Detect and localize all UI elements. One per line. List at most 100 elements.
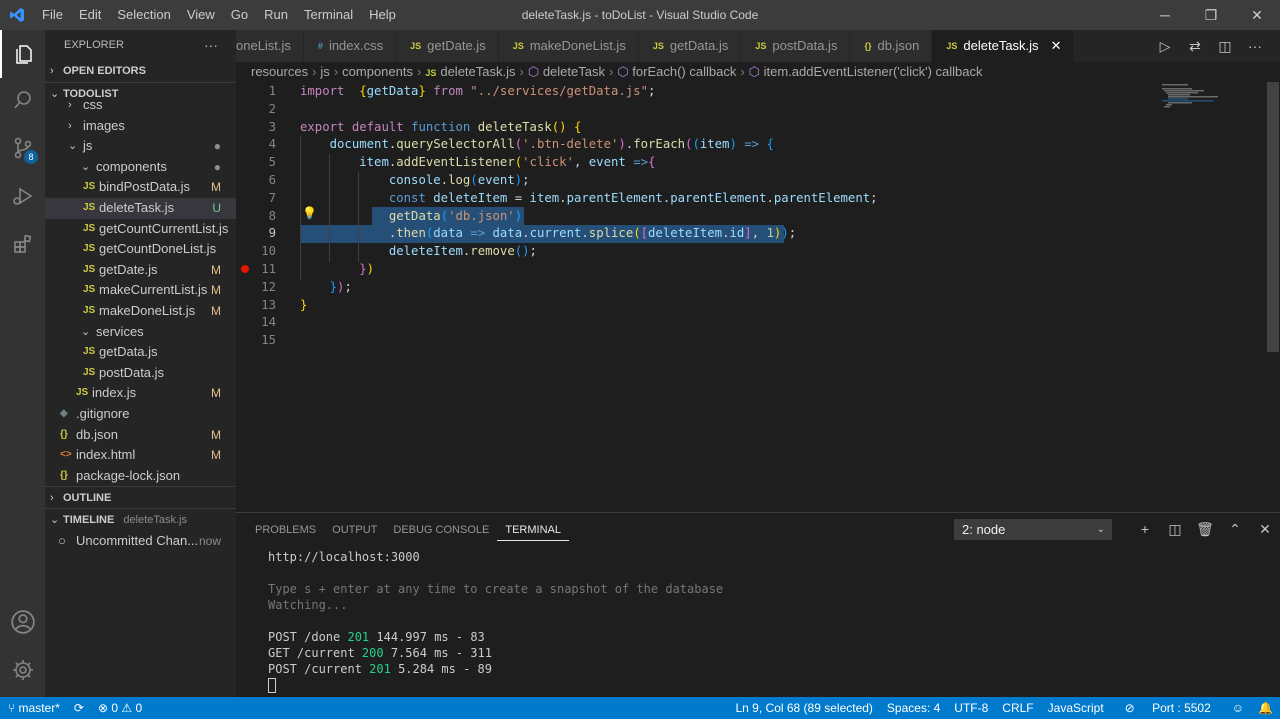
line-number: 5	[268, 155, 276, 170]
tree-item[interactable]: JS getCountCurrentList.js	[45, 219, 236, 240]
timeline-section[interactable]: ⌄ TIMELINE deleteTask.js	[45, 508, 236, 530]
menu-item-selection[interactable]: Selection	[109, 0, 178, 30]
tree-item[interactable]: JS deleteTask.js U	[45, 197, 236, 219]
tab-getdate-js[interactable]: JS getDate.js	[396, 30, 499, 62]
tree-item[interactable]: JS makeDoneList.js M	[45, 301, 236, 322]
tree-item[interactable]: ⌄ components ●	[45, 157, 236, 178]
terminal-select[interactable]: 2: node ⌄	[954, 519, 1112, 540]
feedback-icon[interactable]: ☺	[1225, 701, 1251, 715]
open-editors-section[interactable]: › OPEN EDITORS	[45, 60, 236, 82]
maximize-panel-icon[interactable]: ⌃	[1220, 521, 1250, 538]
tree-item[interactable]: JS getCountDoneList.js	[45, 239, 236, 260]
minimize-button[interactable]: ─	[1142, 0, 1188, 30]
menu-item-run[interactable]: Run	[256, 0, 296, 30]
cursor-position[interactable]: Ln 9, Col 68 (89 selected)	[729, 701, 880, 715]
tree-item[interactable]: JS getData.js	[45, 342, 236, 363]
tree-item[interactable]: JS postData.js	[45, 363, 236, 384]
panel-tab-debug-console[interactable]: DEBUG CONSOLE	[385, 513, 497, 547]
code-token: parentElement	[773, 190, 871, 205]
problems-status[interactable]: ⊗ 0 ⚠ 0	[98, 701, 142, 715]
code-editor[interactable]: 💡 1 import {getData} from "../services/ge…	[236, 82, 1266, 512]
live-server-port[interactable]: ⊘ Port : 5502	[1111, 701, 1225, 715]
menu-item-terminal[interactable]: Terminal	[296, 0, 361, 30]
source-control-icon[interactable]: 8	[0, 124, 45, 172]
search-icon[interactable]	[0, 76, 45, 124]
run-debug-icon[interactable]	[0, 172, 45, 220]
tab-getdata-js[interactable]: JS getData.js	[638, 30, 742, 62]
tree-item[interactable]: JS getDate.js M	[45, 260, 236, 281]
tab-deletetask-js[interactable]: JS deleteTask.js ✕	[932, 30, 1075, 62]
run-icon[interactable]: ▷	[1150, 38, 1180, 55]
panel-tab-problems[interactable]: PROBLEMS	[247, 513, 324, 547]
tree-item[interactable]: {} db.json M	[45, 425, 236, 446]
scrollbar-thumb[interactable]	[1267, 82, 1279, 352]
tree-item[interactable]: ◆ .gitignore	[45, 404, 236, 425]
code-token: =	[507, 190, 530, 205]
tree-item[interactable]: JS makeCurrentList.js M	[45, 280, 236, 301]
settings-gear-icon[interactable]	[0, 646, 45, 694]
tab-onelist-js[interactable]: JSoneList.js	[236, 30, 304, 62]
menu-item-view[interactable]: View	[179, 0, 223, 30]
tree-item[interactable]: JS index.js M	[45, 383, 236, 404]
tree-item[interactable]: › images	[45, 116, 236, 137]
breadcrumb-item[interactable]: components	[342, 64, 413, 79]
restore-button[interactable]: ❐	[1188, 0, 1234, 30]
menu-item-file[interactable]: File	[34, 0, 71, 30]
indentation[interactable]: Spaces: 4	[880, 701, 947, 715]
breadcrumb-item[interactable]: ⬡ forEach() callback	[617, 64, 736, 79]
js-file-icon: JS	[512, 41, 524, 51]
split-terminal-icon[interactable]: ◫	[1160, 521, 1190, 538]
tab-postdata-js[interactable]: JS postData.js	[741, 30, 851, 62]
line-ending[interactable]: CRLF	[995, 701, 1040, 715]
panel-tab-output[interactable]: OUTPUT	[324, 513, 385, 547]
language-mode[interactable]: JavaScript	[1041, 701, 1111, 715]
breadcrumb-item[interactable]: JS deleteTask.js	[425, 64, 515, 79]
terminal-prompt[interactable]	[268, 677, 723, 693]
terminal-text: Watching...	[268, 598, 348, 612]
accounts-icon[interactable]	[0, 598, 45, 646]
terminal-line: http://localhost:3000	[268, 549, 723, 565]
open-changes-icon[interactable]: ⇄	[1180, 38, 1210, 55]
chevron-right-icon: ›	[50, 65, 54, 77]
tree-item[interactable]: ⌄ services	[45, 322, 236, 343]
more-actions-icon[interactable]: ···	[204, 30, 218, 60]
encoding[interactable]: UTF-8	[947, 701, 995, 715]
close-panel-icon[interactable]: ✕	[1250, 521, 1280, 538]
outline-section[interactable]: › OUTLINE	[45, 486, 236, 508]
tree-item[interactable]: ⌄ js ●	[45, 136, 236, 157]
close-window-button[interactable]: ✕	[1234, 0, 1280, 30]
explorer-icon[interactable]	[0, 30, 45, 78]
more-actions-icon[interactable]: ···	[1240, 38, 1270, 54]
tree-item[interactable]: {} package-lock.json	[45, 466, 236, 487]
minimap[interactable]	[1160, 82, 1266, 112]
close-icon[interactable]: ✕	[1051, 30, 1062, 62]
editor-scrollbar[interactable]	[1266, 82, 1280, 512]
menu-item-edit[interactable]: Edit	[71, 0, 109, 30]
tree-item[interactable]: JS bindPostData.js M	[45, 177, 236, 198]
split-editor-icon[interactable]: ◫	[1210, 38, 1240, 55]
breadcrumb-item[interactable]: js	[320, 64, 329, 79]
tab-index-css[interactable]: # index.css	[303, 30, 397, 62]
terminal-output[interactable]: http://localhost:3000 Type s + enter at a…	[268, 549, 723, 693]
breadcrumb-item[interactable]: resources	[251, 64, 308, 79]
extensions-icon[interactable]	[0, 220, 45, 268]
new-terminal-icon[interactable]: +	[1130, 521, 1160, 537]
branch-status[interactable]: ⑂ master*	[8, 701, 60, 715]
tab-db-json[interactable]: {} db.json	[850, 30, 933, 62]
breadcrumb-label: deleteTask	[542, 64, 605, 79]
menu-item-go[interactable]: Go	[223, 0, 256, 30]
tree-item[interactable]: <> index.html M	[45, 445, 236, 466]
trash-icon[interactable]: 🗑	[1190, 521, 1220, 538]
terminal-text: 201	[347, 630, 370, 644]
tab-makedonelist-js[interactable]: JS makeDoneList.js	[498, 30, 639, 62]
timeline-item[interactable]: ○ Uncommitted Chan... now	[45, 530, 236, 552]
menu-item-help[interactable]: Help	[361, 0, 404, 30]
breadcrumb-item[interactable]: ⬡ deleteTask	[528, 64, 605, 79]
breadcrumb-item[interactable]: ⬡ item.addEventListener('click') callbac…	[749, 64, 983, 79]
sync-icon[interactable]: ⟳	[74, 701, 84, 715]
panel-tab-terminal[interactable]: TERMINAL	[497, 513, 569, 541]
bell-icon[interactable]: 🔔	[1251, 701, 1280, 715]
tree-item[interactable]: › css	[45, 95, 236, 116]
code-token: =>	[744, 137, 760, 152]
